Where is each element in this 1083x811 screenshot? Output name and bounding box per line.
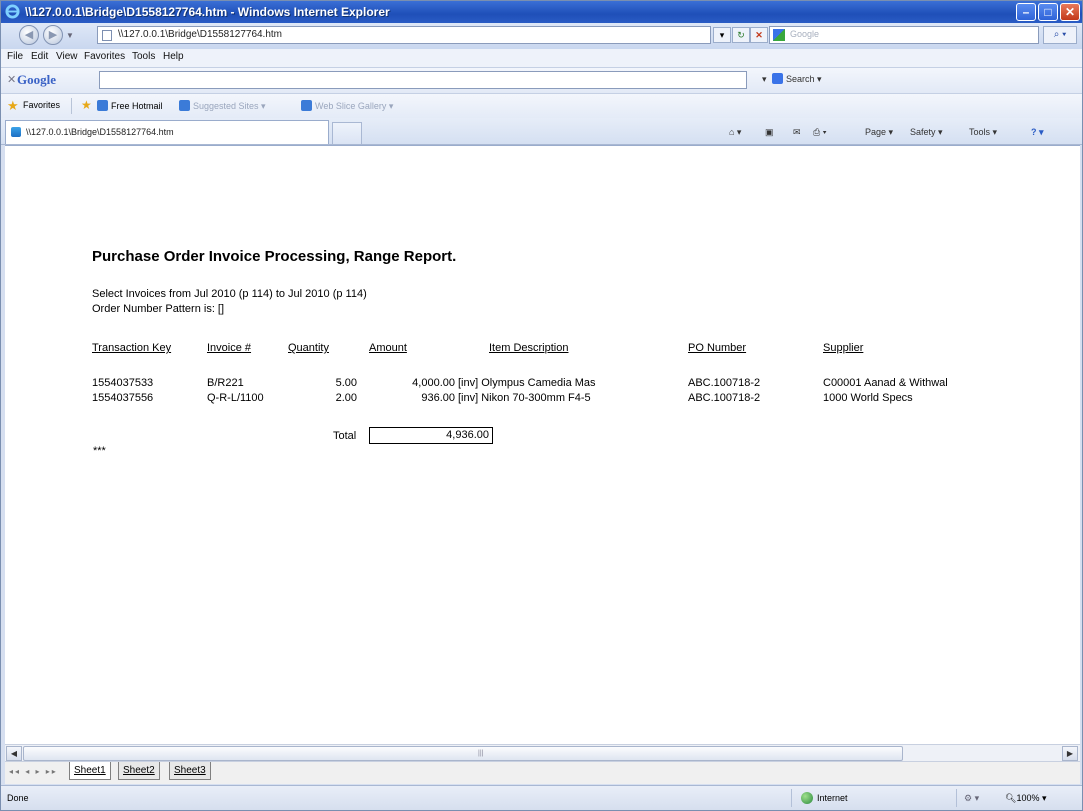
search-box[interactable]: Google (769, 26, 1039, 44)
header-supplier[interactable]: Supplier (823, 342, 863, 354)
help-icon[interactable]: ? ▾ (1031, 127, 1044, 138)
zoom-level[interactable]: 🔍︎100% ▾ (1005, 793, 1047, 804)
page-content: Purchase Order Invoice Processing, Range… (5, 145, 1080, 745)
print-icon[interactable]: ⎙ ▾ (813, 127, 826, 138)
sheet-tab-row: ◂◂ ◂ ▸ ▸▸ Sheet1 Sheet2 Sheet3 (5, 761, 1080, 784)
menu-tools[interactable]: Tools (132, 51, 155, 62)
address-dropdown-icon[interactable]: ▾ (713, 27, 731, 43)
stop-icon[interactable]: ✕ (750, 27, 768, 43)
menu-bar: File Edit View Favorites Tools Help (1, 49, 1082, 68)
window-title: \\127.0.0.1\Bridge\D1558127764.htm - Win… (25, 5, 390, 19)
row2-quantity: 2.00 (335, 392, 357, 404)
scroll-left-icon[interactable]: ◀ (6, 746, 22, 761)
row1-supplier: C00001 Aanad & Withwal (823, 377, 948, 389)
row1-po-number: ABC.100718-2 (688, 377, 761, 389)
row1-item-description: [inv] Olympus Camedia Mas (458, 377, 596, 389)
menu-favorites[interactable]: Favorites (84, 51, 125, 62)
menu-file[interactable]: File (7, 51, 23, 62)
ie-logo-icon (5, 4, 20, 19)
row2-invoice: Q-R-L/1100 (207, 392, 264, 404)
header-po-number[interactable]: PO Number (688, 342, 746, 354)
minimize-button[interactable]: – (1016, 3, 1036, 21)
globe-icon (801, 792, 813, 804)
total-value: 4,936.00 (369, 427, 493, 444)
header-quantity[interactable]: Quantity (288, 342, 329, 354)
menu-edit[interactable]: Edit (31, 51, 48, 62)
total-label: Total (333, 430, 357, 442)
report-end-marker: *** (93, 445, 106, 457)
page-icon (102, 30, 112, 41)
order-pattern-text: Order Number Pattern is: [] (92, 303, 225, 315)
add-favorite-icon[interactable]: ★ (81, 98, 92, 112)
horizontal-scrollbar[interactable]: ◀ ||| ▶ (5, 744, 1080, 762)
fav-web-slice-gallery[interactable]: Web Slice Gallery ▾ (301, 100, 393, 112)
row1-invoice: B/R221 (207, 377, 244, 389)
google-toolbar-buttons (0, 67, 1081, 92)
header-item-description[interactable]: Item Description (489, 342, 568, 354)
search-placeholder[interactable]: Google (790, 29, 819, 39)
scrollbar-grip-icon: ||| (478, 750, 484, 757)
sheet-tab-1[interactable]: Sheet1 (69, 762, 111, 780)
close-button[interactable]: ✕ (1060, 3, 1080, 21)
refresh-icon[interactable]: ↻ (732, 27, 750, 43)
header-amount[interactable]: Amount (369, 342, 407, 354)
row2-item-description: [inv] Nikon 70-300mm F4-5 (458, 392, 591, 404)
menu-view[interactable]: View (56, 51, 78, 62)
row2-po-number: ABC.100718-2 (688, 392, 761, 404)
home-icon[interactable]: ⌂ ▾ (729, 127, 741, 138)
row1-quantity: 5.00 (335, 377, 357, 389)
read-mail-icon[interactable]: ✉ (793, 127, 801, 138)
forward-button[interactable]: ▶ (43, 25, 63, 45)
row2-supplier: 1000 World Specs (823, 392, 913, 404)
tab-page-icon (11, 127, 21, 137)
favorites-star-icon: ★ (7, 98, 19, 113)
address-url[interactable]: \\127.0.0.1\Bridge\D1558127764.htm (118, 29, 282, 40)
fav-suggested-sites[interactable]: Suggested Sites ▾ (179, 100, 266, 112)
favorites-button[interactable]: Favorites (23, 100, 60, 110)
header-transaction-key[interactable]: Transaction Key (92, 342, 171, 354)
feeds-icon[interactable]: ▣ (765, 127, 774, 138)
tab-title[interactable]: \\127.0.0.1\Bridge\D1558127764.htm (26, 127, 174, 137)
status-separator-2 (956, 789, 957, 807)
status-text: Done (7, 793, 29, 803)
menu-help[interactable]: Help (163, 51, 184, 62)
address-row: ◀ ▶ ▼ \\127.0.0.1\Bridge\D1558127764.htm… (1, 23, 1082, 49)
browser-tab[interactable]: \\127.0.0.1\Bridge\D1558127764.htm (5, 120, 329, 144)
row2-amount: 936.00 (421, 392, 455, 404)
maximize-button[interactable]: □ (1038, 3, 1058, 21)
protected-mode-icon[interactable]: ⚙ ▾ (964, 793, 979, 804)
sheet-tab-3[interactable]: Sheet3 (169, 762, 211, 780)
select-range-text: Select Invoices from Jul 2010 (p 114) to… (92, 288, 367, 300)
row1-transaction-key: 1554037533 (92, 377, 154, 389)
title-bar: \\127.0.0.1\Bridge\D1558127764.htm - Win… (1, 1, 1082, 23)
new-tab-button[interactable] (332, 122, 362, 144)
page-menu[interactable]: Page ▾ (865, 127, 893, 138)
scroll-right-icon[interactable]: ▶ (1062, 746, 1078, 761)
security-zone[interactable]: Internet (801, 792, 848, 804)
report-title: Purchase Order Invoice Processing, Range… (92, 248, 457, 265)
sheet-tab-2[interactable]: Sheet2 (118, 762, 160, 780)
ie-window: \\127.0.0.1\Bridge\D1558127764.htm - Win… (0, 0, 1083, 811)
favorites-separator (71, 98, 72, 114)
tab-row: \\127.0.0.1\Bridge\D1558127764.htm ⌂ ▾ ▣… (1, 118, 1082, 145)
fav-free-hotmail[interactable]: Free Hotmail (97, 100, 163, 111)
sheet-nav-icon[interactable]: ◂◂ ◂ ▸ ▸▸ (9, 767, 58, 776)
row2-transaction-key: 1554037556 (92, 392, 154, 404)
scrollbar-thumb[interactable]: ||| (23, 746, 903, 761)
favorites-bar: ★ Favorites ★ Free Hotmail Suggested Sit… (1, 94, 1082, 118)
header-invoice[interactable]: Invoice # (207, 342, 251, 354)
google-search-icon (773, 29, 785, 41)
safety-menu[interactable]: Safety ▾ (910, 127, 943, 138)
history-dropdown-icon[interactable]: ▼ (66, 31, 74, 40)
back-button[interactable]: ◀ (19, 25, 39, 45)
status-separator (791, 789, 792, 807)
search-go-icon[interactable]: ⌕ ▾ (1043, 26, 1077, 44)
tools-menu[interactable]: Tools ▾ (969, 127, 997, 138)
row1-amount: 4,000.00 (412, 377, 455, 389)
status-bar: Done Internet ⚙ ▾ 🔍︎100% ▾ (1, 785, 1082, 810)
address-field[interactable]: \\127.0.0.1\Bridge\D1558127764.htm (97, 26, 711, 44)
